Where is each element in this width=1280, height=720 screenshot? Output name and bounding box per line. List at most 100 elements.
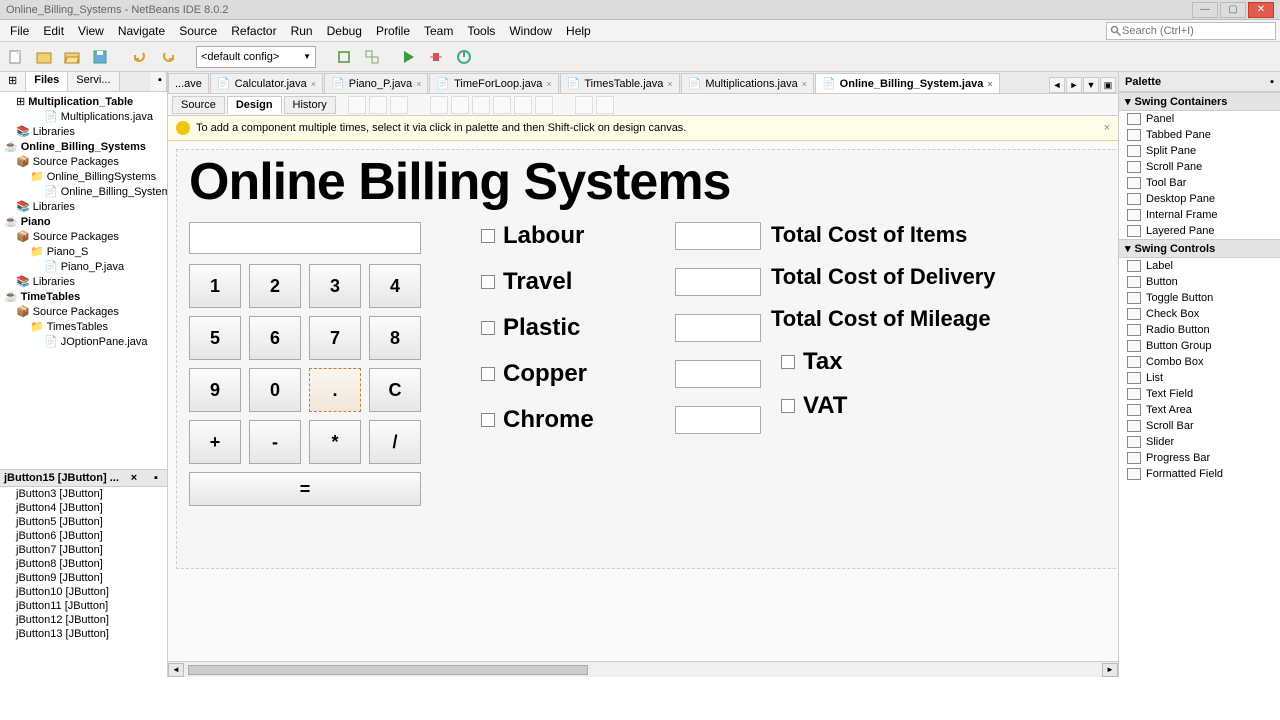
palette-item[interactable]: Toggle Button bbox=[1119, 290, 1280, 306]
key-8[interactable]: 8 bbox=[369, 316, 421, 360]
scroll-thumb[interactable] bbox=[188, 665, 588, 675]
navigator-list[interactable]: jButton3 [JButton] jButton4 [JButton] jB… bbox=[0, 487, 167, 677]
key-9[interactable]: 9 bbox=[189, 368, 241, 412]
label-plastic[interactable]: Plastic bbox=[503, 314, 580, 342]
navigator-item[interactable]: jButton12 [JButton] bbox=[0, 613, 167, 627]
tree-node[interactable]: 📄 Online_Billing_System bbox=[2, 184, 165, 199]
palette-item[interactable]: Slider bbox=[1119, 434, 1280, 450]
tab-scroll-right[interactable]: ► bbox=[1066, 77, 1082, 93]
palette-item[interactable]: Formatted Field bbox=[1119, 466, 1280, 482]
maximize-button[interactable]: ▢ bbox=[1220, 2, 1246, 18]
palette-item[interactable]: Button bbox=[1119, 274, 1280, 290]
tab-services[interactable]: Servi... bbox=[68, 72, 119, 91]
align-left-button[interactable] bbox=[430, 96, 448, 114]
key-3[interactable]: 3 bbox=[309, 264, 361, 308]
palette-item[interactable]: Scroll Bar bbox=[1119, 418, 1280, 434]
checkbox-travel[interactable] bbox=[481, 275, 495, 289]
navigator-item[interactable]: jButton10 [JButton] bbox=[0, 585, 167, 599]
tree-node[interactable]: 📚 Libraries bbox=[2, 274, 165, 289]
key-plus[interactable]: + bbox=[189, 420, 241, 464]
close-tab-icon[interactable]: × bbox=[311, 79, 316, 89]
tab-files[interactable]: Files bbox=[26, 72, 68, 91]
align-center-button[interactable] bbox=[451, 96, 469, 114]
new-project-button[interactable] bbox=[32, 45, 56, 69]
key-4[interactable]: 4 bbox=[369, 264, 421, 308]
label-copper[interactable]: Copper bbox=[503, 360, 587, 388]
checkbox-vat[interactable] bbox=[781, 399, 795, 413]
tab-design[interactable]: Design bbox=[227, 96, 282, 114]
menu-run[interactable]: Run bbox=[285, 22, 319, 40]
search-input[interactable] bbox=[1122, 25, 1272, 37]
palette-item[interactable]: Radio Button bbox=[1119, 322, 1280, 338]
field-travel[interactable] bbox=[675, 268, 761, 296]
editor-tab-active[interactable]: 📄Online_Billing_System.java× bbox=[815, 73, 1000, 93]
key-clear[interactable]: C bbox=[369, 368, 421, 412]
menu-help[interactable]: Help bbox=[560, 22, 597, 40]
horizontal-scrollbar[interactable]: ◄ ► bbox=[168, 661, 1118, 677]
navigator-item[interactable]: jButton5 [JButton] bbox=[0, 515, 167, 529]
tab-projects[interactable]: ⊞ bbox=[0, 72, 26, 91]
tree-node[interactable]: 📦 Source Packages bbox=[2, 229, 165, 244]
editor-tab[interactable]: 📄TimeForLoop.java× bbox=[429, 73, 558, 93]
menu-file[interactable]: File bbox=[4, 22, 35, 40]
palette-item[interactable]: Text Field bbox=[1119, 386, 1280, 402]
scroll-left-button[interactable]: ◄ bbox=[168, 663, 184, 677]
navigator-item[interactable]: jButton13 [JButton] bbox=[0, 627, 167, 641]
calculator-panel[interactable]: 1 2 3 4 5 6 7 8 9 0 . C + bbox=[189, 222, 429, 516]
close-tab-icon[interactable]: × bbox=[416, 79, 421, 89]
palette-item[interactable]: Tabbed Pane bbox=[1119, 127, 1280, 143]
resize-v-button[interactable] bbox=[596, 96, 614, 114]
calc-display-field[interactable] bbox=[189, 222, 421, 254]
field-plastic[interactable] bbox=[675, 314, 761, 342]
navigator-item[interactable]: jButton6 [JButton] bbox=[0, 529, 167, 543]
field-copper[interactable] bbox=[675, 360, 761, 388]
palette-item[interactable]: Split Pane bbox=[1119, 143, 1280, 159]
editor-tab[interactable]: 📄Calculator.java× bbox=[210, 73, 323, 93]
field-labour[interactable] bbox=[675, 222, 761, 250]
form-panel[interactable]: Online Billing Systems 1 2 3 4 5 6 7 8 bbox=[176, 149, 1118, 569]
save-all-button[interactable] bbox=[88, 45, 112, 69]
close-tab-icon[interactable]: × bbox=[802, 79, 807, 89]
navigator-item[interactable]: jButton4 [JButton] bbox=[0, 501, 167, 515]
align-right-button[interactable] bbox=[472, 96, 490, 114]
key-multiply[interactable]: * bbox=[309, 420, 361, 464]
close-tab-icon[interactable]: × bbox=[987, 79, 992, 89]
quick-search[interactable] bbox=[1106, 22, 1276, 40]
build-button[interactable] bbox=[332, 45, 356, 69]
palette-item[interactable]: Progress Bar bbox=[1119, 450, 1280, 466]
clean-build-button[interactable] bbox=[360, 45, 384, 69]
close-button[interactable]: ✕ bbox=[1248, 2, 1274, 18]
palette-item[interactable]: Combo Box bbox=[1119, 354, 1280, 370]
palette-item[interactable]: Check Box bbox=[1119, 306, 1280, 322]
label-chrome[interactable]: Chrome bbox=[503, 406, 594, 434]
key-7[interactable]: 7 bbox=[309, 316, 361, 360]
align-middle-button[interactable] bbox=[514, 96, 532, 114]
palette-item[interactable]: Internal Frame bbox=[1119, 207, 1280, 223]
key-0[interactable]: 0 bbox=[249, 368, 301, 412]
palette-item[interactable]: List bbox=[1119, 370, 1280, 386]
new-file-button[interactable] bbox=[4, 45, 28, 69]
checkbox-plastic[interactable] bbox=[481, 321, 495, 335]
editor-tab[interactable]: 📄Multiplications.java× bbox=[681, 73, 814, 93]
tree-node[interactable]: ☕ TimeTables bbox=[2, 289, 165, 304]
tree-node[interactable]: 📦 Source Packages bbox=[2, 304, 165, 319]
menu-source[interactable]: Source bbox=[173, 22, 223, 40]
editor-tab[interactable]: 📄Piano_P.java× bbox=[324, 73, 428, 93]
close-tab-icon[interactable]: × bbox=[546, 79, 551, 89]
label-total-mileage[interactable]: Total Cost of Mileage bbox=[771, 306, 1061, 332]
key-6[interactable]: 6 bbox=[249, 316, 301, 360]
checkbox-tax[interactable] bbox=[781, 355, 795, 369]
checkbox-labour[interactable] bbox=[481, 229, 495, 243]
navigator-item[interactable]: jButton11 [JButton] bbox=[0, 599, 167, 613]
key-equals[interactable]: = bbox=[189, 472, 421, 506]
key-minus[interactable]: - bbox=[249, 420, 301, 464]
tree-node[interactable]: 📄 Piano_P.java bbox=[2, 259, 165, 274]
navigator-close-icon[interactable]: × bbox=[127, 472, 141, 484]
tab-maximize-button[interactable]: ▣ bbox=[1100, 77, 1116, 93]
label-vat[interactable]: VAT bbox=[803, 392, 847, 420]
form-title-label[interactable]: Online Billing Systems bbox=[189, 152, 1118, 212]
scroll-right-button[interactable]: ► bbox=[1102, 663, 1118, 677]
key-1[interactable]: 1 bbox=[189, 264, 241, 308]
editor-tab[interactable]: ...ave bbox=[168, 73, 209, 93]
palette-item[interactable]: Button Group bbox=[1119, 338, 1280, 354]
